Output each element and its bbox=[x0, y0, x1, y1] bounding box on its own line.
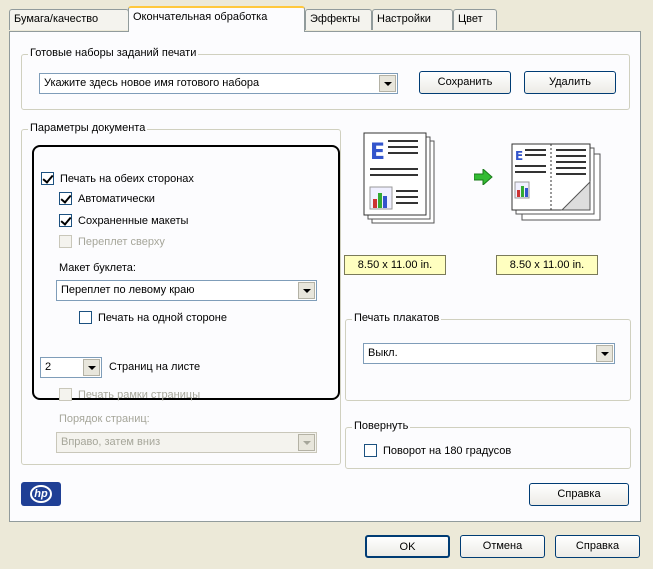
doc-params-title: Параметры документа bbox=[28, 122, 148, 134]
tab-label: Настройки bbox=[377, 13, 431, 25]
poster-value: Выкл. bbox=[368, 347, 398, 359]
chevron-down-icon[interactable] bbox=[596, 345, 613, 362]
auto-label: Автоматически bbox=[78, 192, 155, 205]
save-preset-button[interactable]: Сохранить bbox=[419, 71, 511, 94]
pages-per-sheet-label: Страниц на листе bbox=[109, 361, 201, 373]
source-size-label: 8.50 x 11.00 in. bbox=[344, 255, 446, 275]
source-document-icon: E bbox=[363, 132, 435, 224]
cancel-button[interactable]: Отмена bbox=[460, 535, 545, 558]
hp-logo: hp bbox=[21, 482, 61, 506]
chevron-down-icon[interactable] bbox=[298, 434, 315, 451]
target-size-label: 8.50 x 11.00 in. bbox=[496, 255, 598, 275]
checkbox-box[interactable] bbox=[41, 172, 54, 185]
poster-select[interactable]: Выкл. bbox=[363, 343, 615, 364]
page-order-select[interactable]: Вправо, затем вниз bbox=[56, 432, 317, 453]
tab-paper-quality[interactable]: Бумага/качество bbox=[9, 9, 129, 30]
delete-preset-button[interactable]: Удалить bbox=[524, 71, 616, 94]
checkbox-box[interactable] bbox=[364, 444, 377, 457]
ok-button[interactable]: OK bbox=[365, 535, 450, 558]
tab-effects[interactable]: Эффекты bbox=[305, 9, 372, 30]
duplex-checkbox[interactable]: Печать на обеих сторонах bbox=[41, 172, 194, 185]
checkbox-box[interactable] bbox=[59, 214, 72, 227]
chevron-down-icon[interactable] bbox=[83, 359, 100, 376]
target-size-value: 8.50 x 11.00 in. bbox=[509, 259, 585, 271]
tab-label: Цвет bbox=[458, 13, 483, 25]
help-button[interactable]: Справка bbox=[529, 483, 629, 506]
booklet-select[interactable]: Переплет по левому краю bbox=[56, 280, 317, 301]
tab-label: Окончательная обработка bbox=[133, 11, 268, 23]
help-label: Справка bbox=[557, 488, 601, 500]
chevron-down-icon[interactable] bbox=[298, 282, 315, 299]
saved-layouts-label: Сохраненные макеты bbox=[78, 214, 189, 227]
flip-top-checkbox[interactable]: Переплет сверху bbox=[59, 235, 165, 248]
page-order-value: Вправо, затем вниз bbox=[61, 436, 161, 448]
pages-per-sheet-value: 2 bbox=[45, 361, 52, 373]
rotate-group: Повернуть Поворот на 180 градусов bbox=[345, 420, 631, 469]
checkbox-box[interactable] bbox=[59, 192, 72, 205]
ok-label: OK bbox=[399, 541, 416, 553]
svg-text:E: E bbox=[370, 140, 385, 165]
poster-group: Печать плакатов Выкл. bbox=[345, 312, 631, 401]
tab-label: Эффекты bbox=[310, 13, 361, 25]
presets-group: Готовые наборы заданий печати Укажите зд… bbox=[21, 47, 630, 110]
arrow-right-icon bbox=[474, 169, 493, 185]
pages-per-sheet-select[interactable]: 2 bbox=[40, 357, 102, 378]
source-size-value: 8.50 x 11.00 in. bbox=[357, 259, 433, 271]
delete-preset-label: Удалить bbox=[549, 76, 591, 88]
svg-text:E: E bbox=[515, 149, 523, 163]
one-side-label: Печать на одной стороне bbox=[98, 311, 227, 324]
booklet-preview-icon: E bbox=[511, 143, 601, 221]
preset-name-select[interactable]: Укажите здесь новое имя готового набора bbox=[39, 73, 398, 94]
dialog-help-button[interactable]: Справка bbox=[555, 535, 640, 558]
presets-title: Готовые наборы заданий печати bbox=[28, 47, 199, 59]
one-side-checkbox[interactable]: Печать на одной стороне bbox=[79, 311, 227, 324]
flip-top-label: Переплет сверху bbox=[78, 235, 165, 248]
tab-finishing[interactable]: Окончательная обработка bbox=[128, 6, 305, 32]
poster-title: Печать плакатов bbox=[352, 312, 442, 324]
chevron-down-icon[interactable] bbox=[379, 75, 396, 92]
rotate-label: Поворот на 180 градусов bbox=[383, 444, 512, 457]
hp-logo-text: hp bbox=[30, 485, 52, 503]
dialog-help-label: Справка bbox=[575, 540, 620, 552]
tab-panel: Готовые наборы заданий печати Укажите зд… bbox=[9, 31, 641, 522]
page-borders-label: Печать рамки страницы bbox=[78, 388, 201, 401]
save-preset-label: Сохранить bbox=[437, 76, 493, 88]
duplex-label: Печать на обеих сторонах bbox=[60, 172, 194, 185]
tab-settings[interactable]: Настройки bbox=[372, 9, 453, 30]
page-order-label: Порядок страниц: bbox=[59, 413, 150, 425]
booklet-value: Переплет по левому краю bbox=[61, 284, 195, 296]
tab-label: Бумага/качество bbox=[14, 13, 99, 25]
rotate-checkbox[interactable]: Поворот на 180 градусов bbox=[364, 444, 511, 457]
auto-checkbox[interactable]: Автоматически bbox=[59, 192, 155, 205]
cancel-label: Отмена bbox=[482, 540, 523, 552]
checkbox-box[interactable] bbox=[79, 311, 92, 324]
checkbox-box[interactable] bbox=[59, 388, 72, 401]
saved-layouts-checkbox[interactable]: Сохраненные макеты bbox=[59, 214, 188, 227]
tab-color[interactable]: Цвет bbox=[453, 9, 497, 30]
checkbox-box[interactable] bbox=[59, 235, 72, 248]
rotate-title: Повернуть bbox=[352, 420, 411, 432]
preset-name-value: Укажите здесь новое имя готового набора bbox=[44, 77, 260, 89]
page-borders-checkbox[interactable]: Печать рамки страницы bbox=[59, 388, 200, 401]
booklet-label: Макет буклета: bbox=[59, 262, 136, 274]
